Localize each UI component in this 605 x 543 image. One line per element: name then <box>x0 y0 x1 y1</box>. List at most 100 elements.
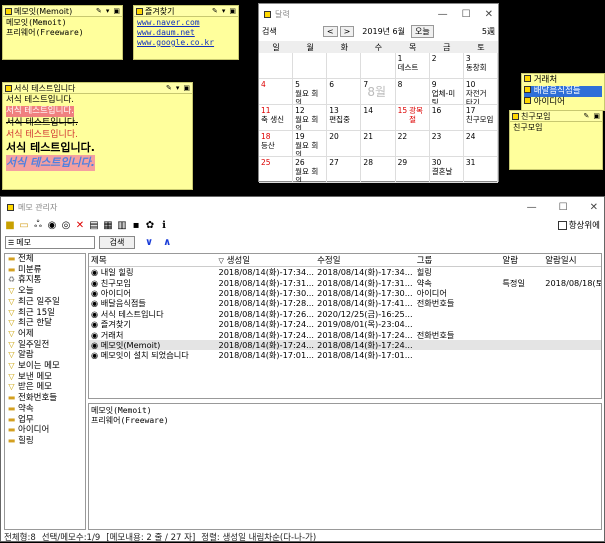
tree-item[interactable]: ▽ 어제 <box>5 329 85 340</box>
calendar-event[interactable]: 데스트 <box>398 63 419 72</box>
calendar-event[interactable]: 월요 회의 <box>295 141 318 156</box>
prev-month-button[interactable]: < <box>322 25 338 37</box>
calendar-event[interactable]: 월요 회의 <box>295 115 318 130</box>
tree-item[interactable]: ▽ 최근 15일 <box>5 308 85 319</box>
calendar-day-cell[interactable]: 31 <box>463 157 498 183</box>
sticky-note-friends[interactable]: 친구모임 ✎ ▣ 친구모임 <box>509 110 603 170</box>
calendar-event[interactable]: 월요 회의 <box>295 167 318 182</box>
search-button[interactable]: 검색 <box>99 236 135 249</box>
calendar-day-cell[interactable]: 6 <box>327 79 362 105</box>
note-body[interactable]: 서식 테스트입니다. 서식 테스트입니다. 서식 테스트입니다. 서식 테스트입… <box>3 94 192 172</box>
menu-icon[interactable]: ▾ <box>176 84 180 92</box>
hide-notes-icon[interactable]: ஃ <box>33 219 43 231</box>
always-on-top-checkbox[interactable]: 항상위에 <box>557 219 600 231</box>
note-body[interactable]: www.naver.com www.daum.net www.google.co… <box>134 17 238 49</box>
calendar-day-cell[interactable]: 5 월요 회의 <box>293 79 328 105</box>
pin-icon[interactable]: ✎ <box>212 7 218 15</box>
calendar-window[interactable]: 달력 — ☐ ✕ 검색 < > 2019년 6월 오늘 5週 일 월 화 수 목… <box>258 3 499 183</box>
search-prev-button[interactable]: ∧ <box>163 237 171 248</box>
column-alarm[interactable]: 알람 <box>500 254 543 266</box>
tree-item[interactable]: ▬ 약속 <box>5 404 85 415</box>
menu-icon[interactable]: ▾ <box>106 7 110 15</box>
maximize-icon[interactable]: ☐ <box>559 202 568 213</box>
calendar-day-cell[interactable]: 21 <box>361 131 396 157</box>
calendar-day-cell[interactable]: 12 월요 회의 <box>293 105 328 131</box>
week-label[interactable]: 5週 <box>482 26 495 37</box>
side-note-item[interactable]: 배달음식점들 <box>524 86 602 97</box>
memo-manager-window[interactable]: 메모 관리자 — ☐ ✕ ■ ▭ ஃ ◉ ◎ ✕ ▤ ▦ ▥ ▪ ✿ ℹ 항상위… <box>0 196 605 543</box>
sticky-note-bookmarks[interactable]: 즐겨찾기 ✎ ▾ ▣ www.naver.com www.daum.net ww… <box>133 5 239 60</box>
column-alarm-date[interactable]: 알람일시 <box>543 254 601 266</box>
document-icon[interactable]: ▤ <box>89 220 99 231</box>
calendar-day-cell[interactable]: 14 <box>361 105 396 131</box>
search-type-icon[interactable]: ☰ <box>8 239 14 247</box>
calendar-day-cell[interactable]: 16 <box>429 105 464 131</box>
save-icon[interactable]: ▪ <box>131 220 141 231</box>
calendar-event[interactable]: 친구모임 <box>466 115 494 124</box>
note-titlebar[interactable]: 즐겨찾기 ✎ ▾ ▣ <box>134 6 238 17</box>
tree-item[interactable]: ♻ 휴지통 <box>5 275 85 286</box>
tree-item[interactable]: ▽ 알람 <box>5 350 85 361</box>
calendar-day-cell[interactable]: 15 광복절 <box>395 105 430 131</box>
calendar-day-cell[interactable]: 19 월요 회의 <box>293 131 328 157</box>
calendar-day-cell[interactable]: 10 자전거 타기 <box>463 79 498 105</box>
calendar-day-cell[interactable]: 1 데스트 <box>395 53 430 79</box>
search-next-button[interactable]: ∨ <box>145 237 153 248</box>
calendar-day-cell[interactable]: 17 친구모임 <box>463 105 498 131</box>
column-modified[interactable]: 수정일 <box>315 254 415 266</box>
sticky-note-format-test[interactable]: 서식 테스트입니다 ✎ ▾ ▣ 서식 테스트입니다. 서식 테스트입니다. 서식… <box>2 82 193 190</box>
close-icon[interactable]: ✕ <box>485 9 493 20</box>
calendar-day-cell[interactable]: 28 <box>361 157 396 183</box>
note-body[interactable]: 메모잇(Memoit) 프리웨어(Freeware) <box>3 17 122 39</box>
table-row[interactable]: ◉ 메모잇이 설치 되었습니다 2018/08/14(화)-17:01... 201… <box>89 350 601 360</box>
tree-item[interactable]: ▽ 보낸 메모 <box>5 372 85 383</box>
group-tree[interactable]: ▬ 전체 ▬ 미분류 ♻ 휴지통 ▽ 오늘 ▽ 최근 일주일 ▽ 최근 15일 ▽ 최근 한달 ▽ 어제 ▽ 일주… <box>4 253 86 530</box>
search-input[interactable]: ☰ 메모 <box>5 236 95 249</box>
calendar-day-cell[interactable]: 27 <box>327 157 362 183</box>
bookmark-link[interactable]: www.google.co.kr <box>137 38 235 48</box>
column-created[interactable]: ▽ 생성일 <box>217 254 316 266</box>
delete-icon[interactable]: ✕ <box>75 220 85 231</box>
calendar-day-cell[interactable] <box>327 53 362 79</box>
calendar-day-cell[interactable] <box>361 53 396 79</box>
tree-item[interactable]: ▽ 받은 메모 <box>5 382 85 393</box>
close-icon[interactable]: ✕ <box>590 202 598 213</box>
calendar-day-cell[interactable]: 30 결혼날 <box>429 157 464 183</box>
column-title[interactable]: 제목 <box>89 254 217 266</box>
delete-icon[interactable]: ▣ <box>113 7 120 15</box>
calendar-day-cell[interactable]: 18 등산 <box>259 131 294 157</box>
bookmark-link[interactable]: www.daum.net <box>137 28 235 38</box>
note-titlebar[interactable]: 메모잇(Memoit) ✎ ▾ ▣ <box>3 6 122 17</box>
calendar-day-cell[interactable]: 13 편집중 <box>327 105 362 131</box>
tree-item[interactable]: ▽ 최근 일주일 <box>5 297 85 308</box>
pin-icon[interactable]: ✎ <box>584 112 590 120</box>
calendar-event[interactable]: 자전거 타기 <box>466 89 487 104</box>
delete-icon[interactable]: ▣ <box>593 112 600 120</box>
side-note-item[interactable]: 거래처 <box>524 75 602 86</box>
pin-icon[interactable]: ✎ <box>96 7 102 15</box>
calendar-event[interactable]: 결혼날 <box>432 167 453 176</box>
today-button[interactable]: 오늘 <box>411 24 434 38</box>
calendar-day-cell[interactable]: 22 <box>395 131 430 157</box>
calendar-day-cell[interactable]: 2 <box>429 53 464 79</box>
pin-icon[interactable]: ✎ <box>166 84 172 92</box>
manager-titlebar[interactable]: 메모 관리자 — ☐ ✕ <box>1 197 604 217</box>
delete-icon[interactable]: ▣ <box>183 84 190 92</box>
print-icon[interactable]: ▥ <box>117 220 127 231</box>
tree-item[interactable]: ▽ 일주일전 <box>5 340 85 351</box>
calendar-day-cell[interactable]: 25 <box>259 157 294 183</box>
settings-icon[interactable]: ✿ <box>145 220 155 231</box>
calendar-day-cell[interactable]: 20 <box>327 131 362 157</box>
calendar-event[interactable]: 축 생신 <box>261 115 284 124</box>
calendar-day-cell[interactable] <box>259 53 294 79</box>
calendar-titlebar[interactable]: 달력 — ☐ ✕ <box>259 4 498 24</box>
calendar-day-cell[interactable]: 4 <box>259 79 294 105</box>
calendar-event[interactable]: 편집중 <box>329 115 350 124</box>
calendar-event[interactable]: 동창회 <box>466 63 487 72</box>
calendar-event[interactable]: 광복절 <box>409 106 427 129</box>
calendar-event[interactable]: 월요 회의 <box>295 89 318 104</box>
sticky-note-list[interactable]: 거래처 배달음식점들 아이디어 <box>521 73 605 111</box>
calendar-day-cell[interactable] <box>293 53 328 79</box>
next-month-button[interactable]: > <box>339 25 355 37</box>
note-body[interactable]: 친구모임 <box>510 122 602 134</box>
